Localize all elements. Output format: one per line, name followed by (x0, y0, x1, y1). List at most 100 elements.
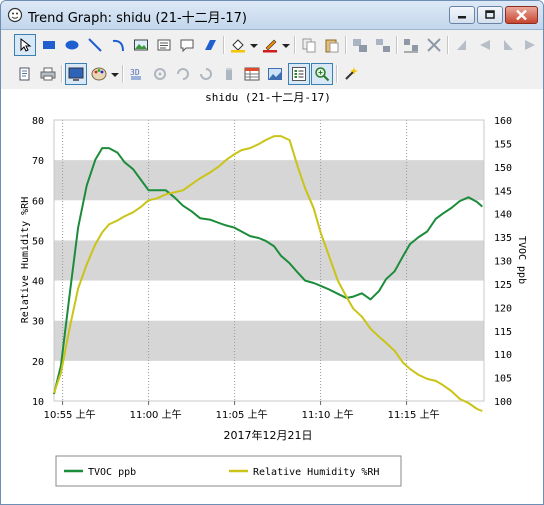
zoom-button[interactable] (311, 63, 333, 85)
print-button[interactable] (37, 63, 59, 85)
rotate-view-button[interactable] (172, 63, 194, 85)
minimize-icon (458, 16, 466, 19)
arc-icon (112, 39, 124, 52)
palette-dropdown[interactable] (108, 63, 119, 85)
close-icon (516, 9, 527, 21)
image-edit-button[interactable] (264, 63, 286, 85)
legend: TVOC ppb Relative Humidity %RH (55, 455, 402, 487)
ungroup-button[interactable] (372, 34, 394, 56)
y-right-tick-label: 145 (494, 186, 512, 197)
align-button[interactable] (400, 34, 422, 56)
callout-icon (180, 39, 194, 53)
rotate-icon (177, 68, 189, 80)
ellipse-button[interactable] (61, 34, 83, 56)
close-button[interactable] (505, 6, 538, 24)
x-tick-label: 11:15 上午 (388, 408, 440, 421)
align-icon (404, 39, 418, 53)
legend-icon (292, 67, 306, 81)
group-icon (353, 39, 367, 52)
y-left-tick-label: 80 (32, 116, 44, 127)
legend-label: TVOC ppb (88, 467, 136, 478)
rectangle-icon (43, 41, 55, 49)
3d-view-button[interactable]: 3D (126, 63, 148, 85)
y-right-tick-label: 135 (494, 233, 512, 244)
flip-left-button[interactable] (451, 34, 473, 56)
y-left-tick-label: 30 (32, 317, 44, 328)
x-tick-label: 10:55 上午 (44, 408, 96, 421)
line-color-button[interactable] (259, 34, 281, 56)
legend-label: Relative Humidity %RH (253, 467, 379, 478)
y-right-tick-label: 155 (494, 139, 512, 150)
arrow-right-icon (525, 40, 535, 50)
paste-icon (325, 39, 339, 53)
print-preview-button[interactable] (14, 63, 36, 85)
palette-button[interactable] (88, 63, 110, 85)
chart-title: shidu (21-十二月-17) (205, 90, 331, 104)
view-toolbar: 3D (1, 60, 543, 89)
display-mode-button[interactable] (65, 63, 87, 85)
distribute-button[interactable] (423, 34, 445, 56)
spin-icon (200, 68, 212, 80)
triangle-left-icon (457, 40, 466, 50)
print-preview-icon (19, 67, 30, 81)
y-right-tick-label: 105 (494, 374, 512, 385)
chevron-down-icon (250, 44, 258, 48)
x-tick-label: 11:10 上午 (302, 408, 354, 421)
pen-icon (263, 39, 277, 53)
minimize-button[interactable] (449, 6, 475, 24)
select-arrow-button[interactable] (14, 34, 36, 56)
legend-toggle-button[interactable] (288, 63, 310, 85)
line-button[interactable] (84, 34, 106, 56)
ellipse-icon (65, 40, 79, 50)
maximize-icon (485, 10, 495, 19)
fill-color-button[interactable] (227, 34, 249, 56)
palette-icon (91, 67, 107, 81)
y-right-tick-label: 140 (494, 210, 512, 221)
grid-band (54, 160, 484, 201)
flip-right-button[interactable] (497, 34, 519, 56)
distribute-icon (427, 38, 441, 52)
3d-icon: 3D (130, 68, 141, 80)
spin-button[interactable] (195, 63, 217, 85)
rectangle-button[interactable] (38, 34, 60, 56)
magic-wand-icon (345, 67, 358, 80)
printer-icon (40, 67, 56, 81)
y-left-tick-label: 70 (32, 156, 44, 167)
paste-button[interactable] (321, 34, 343, 56)
polygon-button[interactable] (199, 34, 221, 56)
line-color-dropdown[interactable] (279, 34, 290, 56)
x-tick-label: 11:00 上午 (130, 408, 182, 421)
ungroup-icon (376, 39, 390, 52)
x-tick-label: 11:05 上午 (216, 408, 268, 421)
group-button[interactable] (349, 34, 371, 56)
copy-button[interactable] (298, 34, 320, 56)
table-button[interactable] (241, 63, 263, 85)
image-button[interactable] (130, 34, 152, 56)
y-left-tick-label: 60 (32, 196, 44, 207)
title-bar[interactable]: Trend Graph: shidu (21-十二月-17) (1, 1, 543, 30)
y-right-tick-label: 160 (494, 116, 512, 127)
x-axis-label: 2017年12月21日 (224, 428, 313, 442)
window-title: Trend Graph: shidu (21-十二月-17) (28, 11, 247, 26)
maximize-button[interactable] (477, 6, 503, 24)
pan-button[interactable] (149, 63, 171, 85)
y-left-tick-label: 40 (32, 277, 44, 288)
fill-color-dropdown[interactable] (247, 34, 258, 56)
rotate-right-button[interactable] (519, 34, 541, 56)
grid-band (54, 320, 484, 361)
rotate-left-button[interactable] (474, 34, 496, 56)
y-left-axis-label: Relative Humidity %RH (20, 197, 31, 323)
arc-button[interactable] (107, 34, 129, 56)
bar-button[interactable] (218, 63, 240, 85)
settings-button[interactable] (340, 63, 362, 85)
y-right-tick-label: 125 (494, 280, 512, 291)
y-left-tick-label: 50 (32, 236, 44, 247)
trend-graph-window: Trend Graph: shidu (21-十二月-17) 3D shidu … (0, 0, 544, 505)
chart-area: shidu (21-十二月-17) 10 20 30 40 50 60 70 80 100 10… (1, 89, 543, 504)
panel-button[interactable] (153, 34, 175, 56)
y-left-tick-label: 10 (32, 397, 44, 408)
paint-bucket-icon (231, 39, 245, 53)
monitor-icon (68, 67, 84, 81)
callout-button[interactable] (176, 34, 198, 56)
drawing-toolbar (1, 31, 543, 60)
